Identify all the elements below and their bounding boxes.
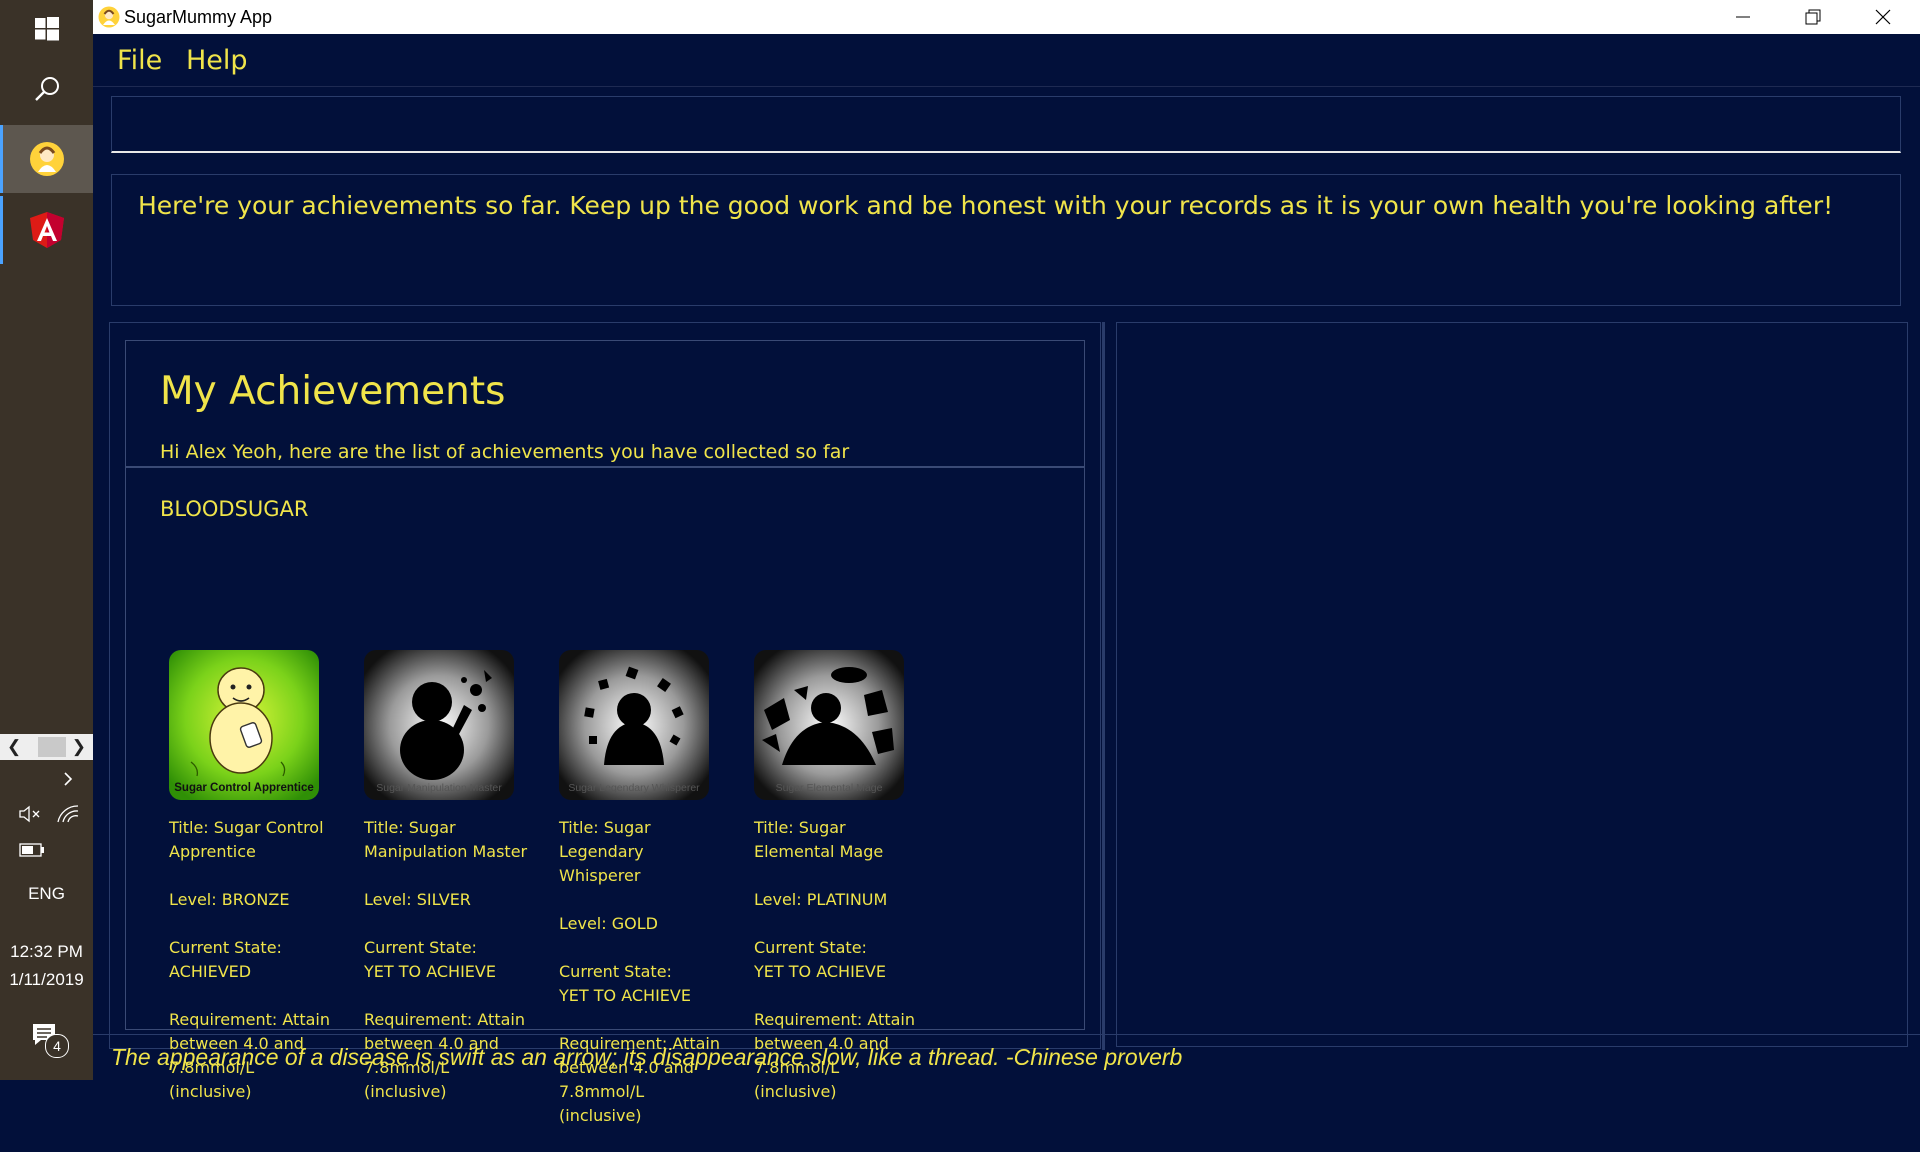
clock-time[interactable]: 12:32 PM bbox=[0, 942, 93, 962]
active-indicator bbox=[0, 125, 3, 193]
wifi-icon bbox=[57, 805, 79, 823]
pane-divider[interactable] bbox=[1102, 322, 1105, 1050]
app-window: File Help Here're your achievements so f… bbox=[93, 34, 1920, 1125]
result-message: Here're your achievements so far. Keep u… bbox=[138, 191, 1834, 220]
achievement-badge-image: Sugar Legendary Whisperer bbox=[559, 650, 709, 800]
action-center-button[interactable]: 4 bbox=[31, 1022, 71, 1062]
achievement-badge: Sugar Elemental Mage bbox=[754, 650, 904, 800]
show-hidden-icons-button[interactable] bbox=[0, 766, 93, 792]
restore-icon bbox=[1805, 9, 1821, 25]
achievement-badge: Sugar Manipulation Master bbox=[364, 650, 514, 800]
restore-button[interactable] bbox=[1783, 0, 1843, 34]
achievement-details: Title: Sugar Elemental Mage Level: PLATI… bbox=[754, 816, 924, 1128]
achievement-state: YET TO ACHIEVE bbox=[754, 962, 886, 981]
language-indicator[interactable]: ENG bbox=[0, 884, 93, 904]
side-pane bbox=[1116, 322, 1908, 1047]
chevron-right-icon bbox=[64, 772, 73, 786]
badge-caption: Sugar Manipulation Master bbox=[376, 782, 502, 794]
running-indicator bbox=[0, 196, 3, 264]
volume-button[interactable] bbox=[18, 804, 42, 829]
achievement-state: ACHIEVED bbox=[169, 962, 252, 981]
clock-date[interactable]: 1/11/2019 bbox=[0, 970, 93, 990]
achievement-details: Title: Sugar Manipulation Master Level: … bbox=[364, 816, 534, 1128]
result-display: Here're your achievements so far. Keep u… bbox=[111, 174, 1901, 306]
achievement-state-block: Current State: YET TO ACHIEVE bbox=[364, 936, 534, 984]
achievement-title: Title: Sugar Control Apprentice bbox=[169, 818, 324, 861]
achievement-level: Level: SILVER bbox=[364, 890, 471, 909]
achievement-card: Sugar Elemental Mage Title: Sugar Elemen… bbox=[754, 650, 915, 1101]
close-button[interactable] bbox=[1853, 0, 1913, 34]
achievements-header: My Achievements Hi Alex Yeoh, here are t… bbox=[125, 340, 1085, 468]
menu-help[interactable]: Help bbox=[186, 45, 248, 76]
scroll-right-icon[interactable]: ❯ bbox=[72, 737, 86, 757]
menu-file[interactable]: File bbox=[117, 45, 162, 76]
achievements-title: My Achievements bbox=[160, 369, 506, 414]
achievement-title: Title: Sugar Elemental Mage bbox=[754, 818, 884, 861]
state-label: Current State: bbox=[364, 938, 477, 957]
badge-caption: Sugar Control Apprentice bbox=[174, 782, 314, 794]
category-title: BLOODSUGAR bbox=[160, 497, 309, 521]
achievement-badge-image: Sugar Control Apprentice bbox=[169, 650, 319, 800]
taskbar: ❮ ❯ ENG 12:32 PM 1/11/2019 4 bbox=[0, 0, 93, 1080]
angular-icon bbox=[29, 212, 64, 248]
achievement-badge: Sugar Control Apprentice bbox=[169, 650, 319, 800]
battery-button[interactable] bbox=[19, 843, 45, 862]
achievement-title: Title: Sugar Legendary Whisperer bbox=[559, 818, 651, 885]
achievement-card: Sugar Manipulation Master Title: Sugar M… bbox=[364, 650, 527, 1101]
badge-caption: Sugar Legendary Whisperer bbox=[568, 782, 700, 794]
window-title: SugarMummy App bbox=[124, 7, 273, 27]
achievement-state: YET TO ACHIEVE bbox=[559, 986, 691, 1005]
windows-start-icon bbox=[34, 17, 59, 41]
state-label: Current State: bbox=[169, 938, 282, 957]
achievement-state-block: Current State: YET TO ACHIEVE bbox=[754, 936, 924, 984]
title-bar: SugarMummy App bbox=[93, 0, 1920, 34]
motivational-quote: The appearance of a disease is swift as … bbox=[111, 1044, 1183, 1070]
achievement-state: YET TO ACHIEVE bbox=[364, 962, 496, 981]
state-label: Current State: bbox=[559, 962, 672, 981]
taskbar-app-sugarmummy[interactable] bbox=[0, 125, 93, 193]
achievement-state-block: Current State: YET TO ACHIEVE bbox=[559, 960, 729, 1008]
search-button[interactable] bbox=[0, 60, 93, 118]
achievement-badge: Sugar Legendary Whisperer bbox=[559, 650, 709, 800]
state-label: Current State: bbox=[754, 938, 867, 957]
app-icon bbox=[98, 6, 120, 28]
achievement-state-block: Current State: ACHIEVED bbox=[169, 936, 339, 984]
achievement-details: Title: Sugar Legendary Whisperer Level: … bbox=[559, 816, 729, 1152]
taskbar-app-angular[interactable] bbox=[0, 196, 93, 264]
sugarmummy-app-icon bbox=[29, 142, 64, 176]
minimize-icon bbox=[1736, 16, 1750, 18]
command-input[interactable] bbox=[111, 96, 1901, 153]
volume-muted-icon bbox=[19, 805, 40, 823]
achievement-level: Level: PLATINUM bbox=[754, 890, 888, 909]
taskbar-scrollbar[interactable]: ❮ ❯ bbox=[0, 734, 93, 760]
close-icon bbox=[1875, 9, 1891, 25]
minimize-button[interactable] bbox=[1713, 0, 1773, 34]
achievement-level: Level: GOLD bbox=[559, 914, 658, 933]
menu-bar: File Help bbox=[93, 34, 1920, 87]
achievement-badge-image: Sugar Manipulation Master bbox=[364, 650, 514, 800]
battery-icon bbox=[19, 843, 44, 857]
scrollbar-thumb[interactable] bbox=[38, 737, 66, 757]
badge-caption: Sugar Elemental Mage bbox=[776, 782, 883, 794]
achievement-card: Sugar Legendary Whisperer Title: Sugar L… bbox=[559, 650, 720, 1125]
windows-start-button[interactable] bbox=[0, 0, 93, 58]
scroll-left-icon[interactable]: ❮ bbox=[7, 737, 21, 757]
network-button[interactable] bbox=[56, 804, 80, 829]
achievement-details: Title: Sugar Control Apprentice Level: B… bbox=[169, 816, 339, 1128]
achievement-title: Title: Sugar Manipulation Master bbox=[364, 818, 528, 861]
achievements-subtitle: Hi Alex Yeoh, here are the list of achie… bbox=[160, 441, 850, 463]
achievement-badge-image: Sugar Elemental Mage bbox=[754, 650, 904, 800]
status-bar: The appearance of a disease is swift as … bbox=[93, 1034, 1920, 1081]
achievement-card: Sugar Control Apprentice Title: Sugar Co… bbox=[169, 650, 330, 1101]
search-icon bbox=[34, 77, 59, 101]
achievement-level: Level: BRONZE bbox=[169, 890, 290, 909]
notification-count-badge: 4 bbox=[45, 1034, 69, 1058]
